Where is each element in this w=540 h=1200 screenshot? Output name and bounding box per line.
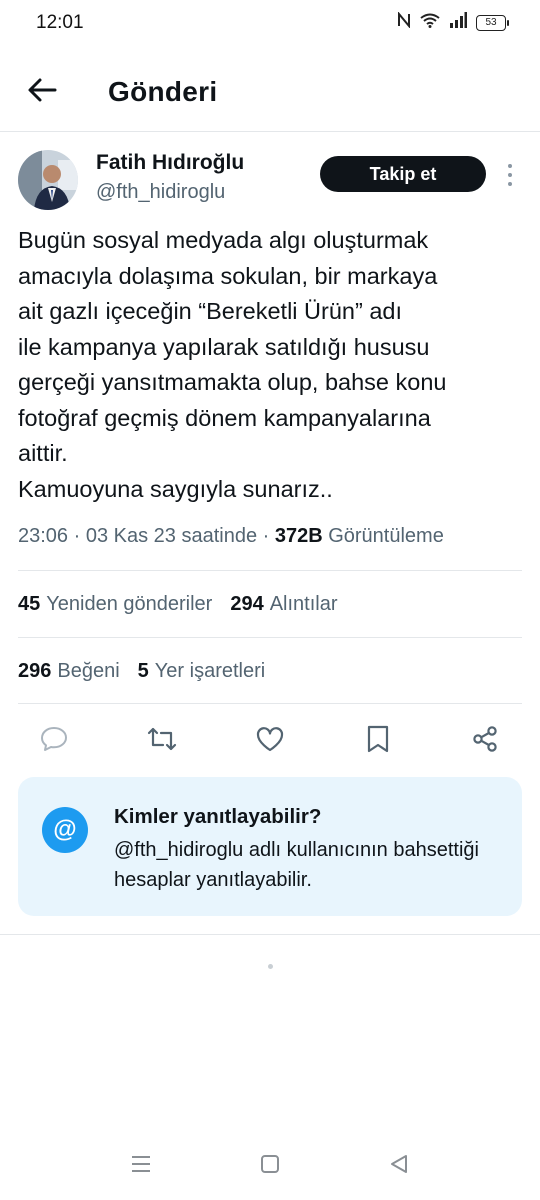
stats-divider <box>18 637 522 638</box>
system-back-button[interactable] <box>387 1154 411 1178</box>
meta-divider <box>18 570 522 571</box>
tweet-line: Kamuoyuna saygıyla sunarız.. <box>18 475 333 502</box>
recent-apps-button[interactable] <box>129 1154 153 1178</box>
engagement-stats-2: 296 Beğeni 5 Yer işaretleri <box>18 660 265 683</box>
share-icon <box>471 725 499 758</box>
wifi-icon <box>420 12 440 33</box>
triangle-back-icon <box>389 1154 409 1179</box>
battery-icon: 53 <box>476 14 509 31</box>
nfc-icon <box>397 11 411 33</box>
tweet-line: ile kampanya yapılarak satıldığı hususu <box>18 333 430 360</box>
reply-button[interactable] <box>37 724 71 758</box>
status-icons: 53 <box>397 11 509 33</box>
bookmarks-count: 5 <box>137 660 149 682</box>
tweet-line: ait gazlı içeceğin “Bereketli Ürün” adı <box>18 298 403 324</box>
follow-button[interactable]: Takip et <box>320 156 486 192</box>
more-dot <box>508 173 512 177</box>
tweet-line: gerçeği yansıtmamakta olup, bahse konu <box>18 369 447 395</box>
tweet-timestamp[interactable]: 23:06 · 03 Kas 23 saatinde · <box>18 525 275 547</box>
repost-icon <box>146 726 178 757</box>
action-bar <box>0 718 540 764</box>
more-dot <box>508 164 512 168</box>
reposts-label: Yeniden gönderiler <box>46 593 213 615</box>
arrow-left-icon <box>27 77 57 108</box>
header-divider <box>0 131 540 132</box>
back-button[interactable] <box>24 74 60 110</box>
likes-label: Beğeni <box>57 660 120 682</box>
reposts-count: 45 <box>18 593 41 615</box>
quotes-label: Alıntılar <box>269 593 338 615</box>
status-time: 12:01 <box>36 12 84 33</box>
bookmarks-stat[interactable]: 5 Yer işaretleri <box>138 660 266 683</box>
home-square-icon <box>260 1154 280 1179</box>
views-count: 372B <box>274 525 323 547</box>
reply-icon <box>40 726 68 757</box>
views-label: Görüntüleme <box>328 525 444 547</box>
tweet-line: amacıyla dolaşıma sokulan, bir markaya <box>18 262 438 289</box>
repost-button[interactable] <box>145 724 179 758</box>
system-nav-bar <box>0 1146 540 1186</box>
engagement-stats: 45 Yeniden gönderiler 294 Alıntılar <box>18 593 338 616</box>
at-icon: @ <box>42 807 88 853</box>
tweet-line: Bugün sosyal medyada algı oluşturmak <box>18 227 429 253</box>
page-title: Gönderi <box>108 76 218 107</box>
stats-divider-2 <box>18 703 522 704</box>
more-dot <box>508 182 512 186</box>
like-button[interactable] <box>253 724 287 758</box>
share-button[interactable] <box>468 724 502 758</box>
more-options-button[interactable] <box>500 162 520 188</box>
quotes-stat[interactable]: 294 Alıntılar <box>230 593 337 616</box>
home-button[interactable] <box>258 1154 282 1178</box>
likes-count: 296 <box>18 660 52 682</box>
tweet-meta: 23:06 · 03 Kas 23 saatinde · 372B Görünt… <box>18 525 444 548</box>
bookmark-button[interactable] <box>361 724 395 758</box>
top-app-bar: Gönderi <box>0 58 540 128</box>
signal-icon <box>449 12 467 33</box>
card-divider <box>0 934 540 935</box>
menu-icon <box>130 1154 152 1179</box>
bookmark-icon <box>366 725 390 758</box>
tweet-line: fotoğraf geçmiş dönem kampanyalarına <box>18 404 431 431</box>
likes-stat[interactable]: 296 Beğeni <box>18 660 120 683</box>
who-can-reply-card: @ Kimler yanıtlayabilir? @fth_hidiroglu … <box>18 777 522 916</box>
status-bar: 12:01 53 <box>0 0 540 46</box>
reposts-stat[interactable]: 45 Yeniden gönderiler <box>18 593 212 616</box>
author-handle[interactable]: @fth_hidiroglu <box>96 181 225 204</box>
quotes-count: 294 <box>230 593 264 615</box>
tweet-text: Bugün sosyal medyada algı oluşturmak ama… <box>18 223 523 507</box>
author-name[interactable]: Fatih Hıdıroğlu <box>96 151 244 175</box>
avatar[interactable] <box>18 150 78 210</box>
tweet-line: aittir. <box>18 440 68 466</box>
like-icon <box>255 726 285 757</box>
who-can-reply-title: Kimler yanıtlayabilir? <box>114 805 322 828</box>
loading-indicator <box>268 964 273 969</box>
who-can-reply-description: @fth_hidiroglu adlı kullanıcının bahsett… <box>114 839 479 891</box>
bookmarks-label: Yer işaretleri <box>154 660 266 682</box>
